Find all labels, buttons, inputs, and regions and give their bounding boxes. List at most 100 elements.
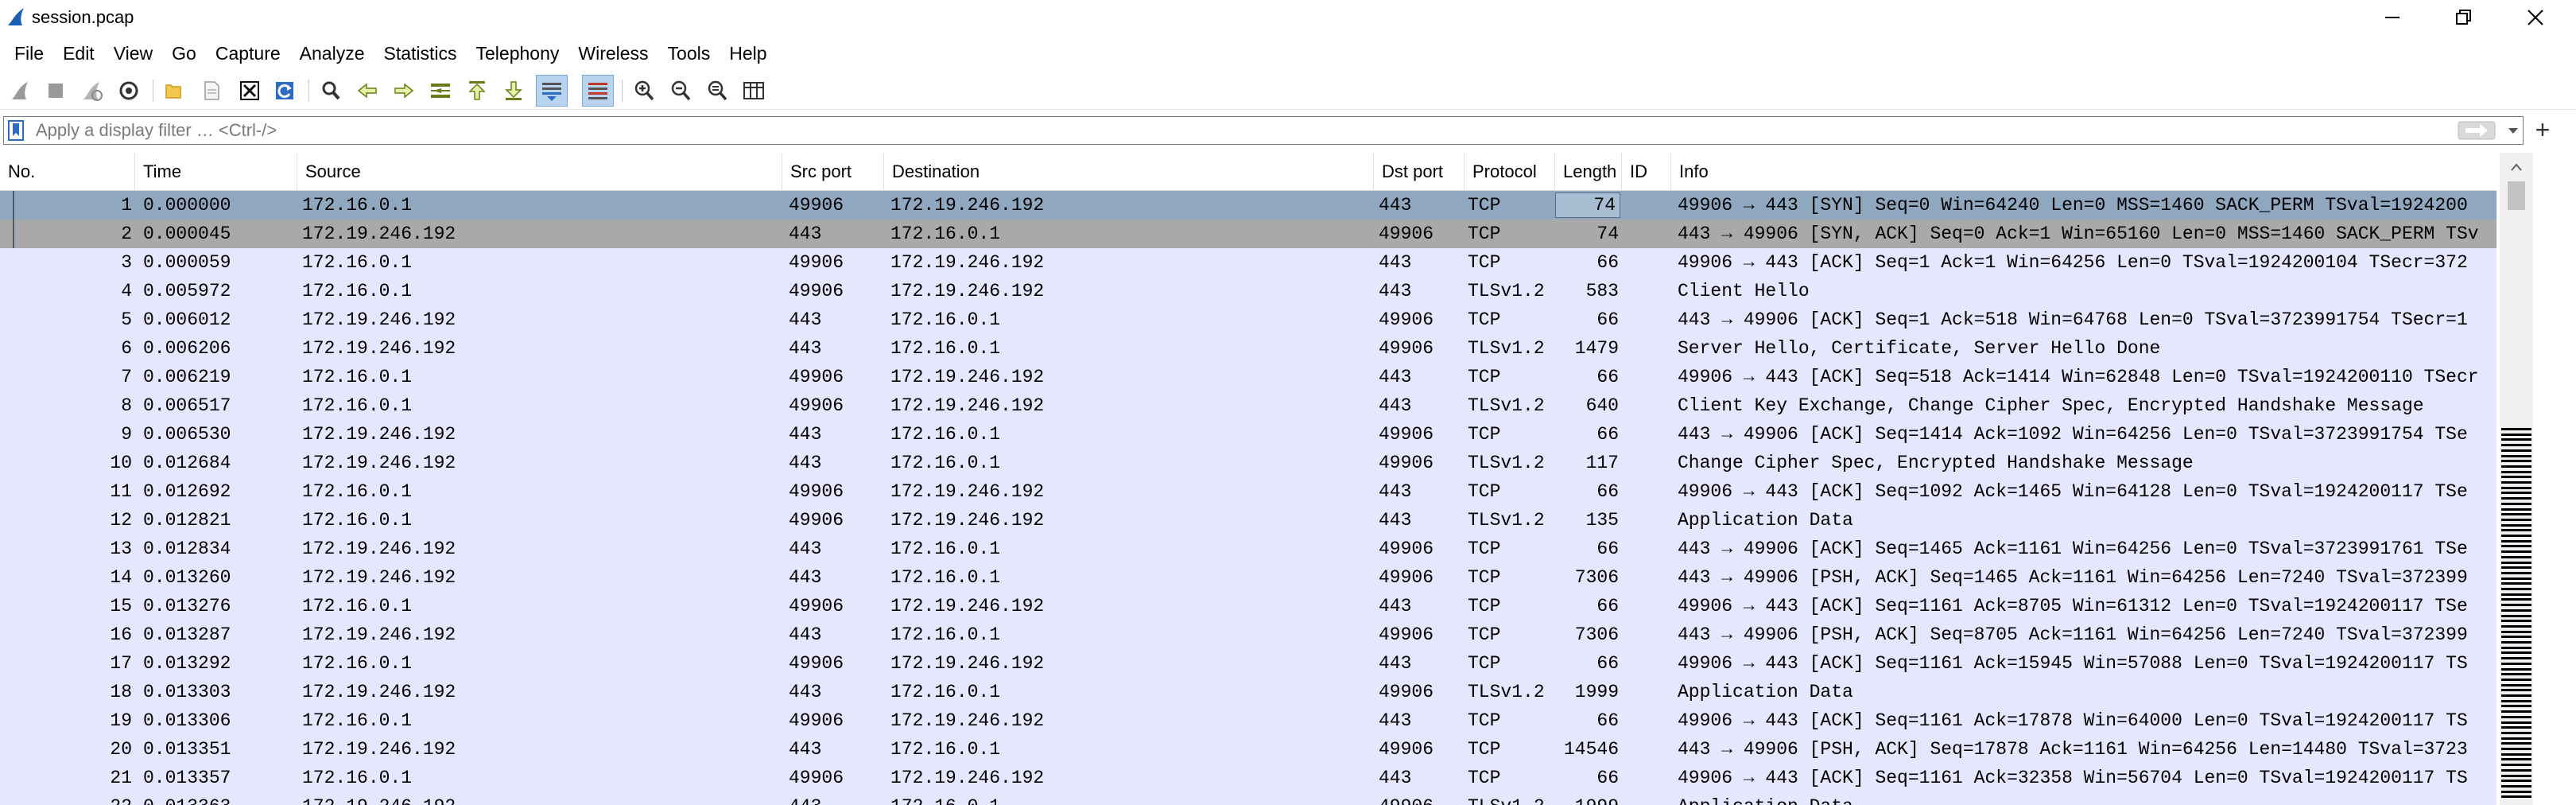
minimap-stripe [2501, 571, 2531, 574]
menu-capture[interactable]: Capture [206, 38, 290, 68]
find-packet-button[interactable] [315, 75, 347, 107]
cell-length: 583 [1585, 281, 1619, 301]
auto-scroll-button[interactable] [536, 75, 568, 107]
bookmark-icon[interactable] [7, 120, 25, 141]
colorize-button[interactable] [582, 75, 614, 107]
scroll-up-button[interactable] [2500, 153, 2533, 181]
go-forward-button[interactable] [388, 75, 420, 107]
reload-file-button[interactable] [269, 75, 301, 107]
zoom-in-button[interactable] [628, 75, 660, 107]
cell-id [1625, 449, 1670, 477]
column-header-length[interactable]: Length [1555, 153, 1622, 191]
packet-row[interactable]: 9 0.006530 172.19.246.192 443 172.16.0.1 4990… [0, 420, 2496, 449]
last-packet-button[interactable] [498, 75, 530, 107]
cell-protocol: TCP [1468, 481, 1501, 502]
minimap-stripe [2501, 454, 2531, 457]
column-header-src-port[interactable]: Src port [782, 153, 884, 191]
packet-row[interactable]: 7 0.006219 172.16.0.1 49906 172.19.246.192 44… [0, 363, 2496, 391]
cell-time: 0.013306 [143, 710, 231, 731]
packet-row[interactable]: 12 0.012821 172.16.0.1 49906 172.19.246.192 4… [0, 506, 2496, 535]
packet-row[interactable]: 6 0.006206 172.19.246.192 443 172.16.0.1 4990… [0, 334, 2496, 363]
scroll-thumb[interactable] [2508, 181, 2525, 210]
cell-id [1625, 363, 1670, 391]
packet-row[interactable]: 19 0.013306 172.16.0.1 49906 172.19.246.192 4… [0, 706, 2496, 735]
menu-go[interactable]: Go [162, 38, 206, 68]
add-filter-button[interactable]: + [2527, 115, 2559, 144]
save-file-button[interactable] [196, 75, 227, 107]
close-window-button[interactable] [2500, 0, 2571, 35]
column-header-time[interactable]: Time [135, 153, 297, 191]
packet-row[interactable]: 8 0.006517 172.16.0.1 49906 172.19.246.192 44… [0, 391, 2496, 420]
cell-time: 0.006206 [143, 338, 231, 359]
column-header-id[interactable]: ID [1622, 153, 1671, 191]
vertical-scrollbar[interactable] [2500, 153, 2533, 805]
packet-row[interactable]: 1 0.000000 172.16.0.1 49906 172.19.246.192 44… [0, 191, 2496, 220]
packet-row[interactable]: 18 0.013303 172.19.246.192 443 172.16.0.1 499… [0, 678, 2496, 706]
column-header-source[interactable]: Source [297, 153, 782, 191]
cell-info: 49906 → 443 [ACK] Seq=1161 Ack=8705 Win=… [1678, 596, 2468, 616]
minimize-button[interactable] [2357, 0, 2428, 35]
first-packet-icon [468, 81, 486, 100]
cell-src-port: 49906 [789, 252, 844, 273]
menu-help[interactable]: Help [720, 38, 776, 68]
cell-info: 443 → 49906 [ACK] Seq=1 Ack=518 Win=6476… [1678, 309, 2468, 330]
menu-analyze[interactable]: Analyze [290, 38, 374, 68]
open-file-button[interactable] [157, 75, 189, 107]
last-packet-icon [505, 81, 522, 100]
cell-protocol: TLSv1.2 [1468, 510, 1545, 531]
start-capture-button[interactable] [5, 75, 37, 107]
cell-dst-port: 443 [1379, 596, 1412, 616]
menu-wireless[interactable]: Wireless [568, 38, 658, 68]
capture-options-button[interactable] [113, 75, 145, 107]
cell-destination: 172.16.0.1 [890, 739, 1001, 760]
go-to-packet-button[interactable] [425, 75, 456, 107]
column-header-destination[interactable]: Destination [884, 153, 1374, 191]
cell-protocol: TCP [1468, 424, 1501, 445]
packet-row[interactable]: 5 0.006012 172.19.246.192 443 172.16.0.1 4990… [0, 305, 2496, 334]
restart-capture-button[interactable] [76, 75, 108, 107]
column-header-dst-port[interactable]: Dst port [1374, 153, 1465, 191]
packet-row[interactable]: 20 0.013351 172.19.246.192 443 172.16.0.1 499… [0, 735, 2496, 764]
column-header-protocol[interactable]: Protocol [1465, 153, 1555, 191]
menu-edit[interactable]: Edit [53, 38, 104, 68]
packet-row[interactable]: 15 0.013276 172.16.0.1 49906 172.19.246.192 4… [0, 592, 2496, 620]
menu-view[interactable]: View [104, 38, 162, 68]
stop-capture-button[interactable] [40, 75, 72, 107]
minimap-stripe [2501, 694, 2531, 697]
maximize-button[interactable] [2428, 0, 2500, 35]
column-header-no[interactable]: No. [0, 153, 135, 191]
packet-row[interactable]: 13 0.012834 172.19.246.192 443 172.16.0.1 499… [0, 535, 2496, 563]
menu-tools[interactable]: Tools [658, 38, 720, 68]
normal-size-button[interactable] [701, 75, 733, 107]
packet-row[interactable]: 2 0.000045 172.19.246.192 443 172.16.0.1 4990… [0, 220, 2496, 248]
menu-telephony[interactable]: Telephony [467, 38, 569, 68]
packet-row[interactable]: 22 0.013363 172.19.246.192 443 172.16.0.1 499… [0, 792, 2496, 805]
cell-time: 0.012834 [143, 539, 231, 559]
filter-history-chevron-down-icon[interactable] [2505, 123, 2521, 138]
resize-columns-button[interactable] [738, 75, 770, 107]
minimap-stripe [2501, 646, 2531, 649]
packet-row[interactable]: 14 0.013260 172.19.246.192 443 172.16.0.1 499… [0, 563, 2496, 592]
apply-filter-arrow-icon[interactable] [2458, 121, 2496, 140]
menu-statistics[interactable]: Statistics [374, 38, 466, 68]
cell-length: 66 [1596, 539, 1619, 559]
cell-destination: 172.16.0.1 [890, 792, 1368, 805]
packet-row[interactable]: 3 0.000059 172.16.0.1 49906 172.19.246.192 44… [0, 248, 2496, 277]
packet-row[interactable]: 10 0.012684 172.19.246.192 443 172.16.0.1 499… [0, 449, 2496, 477]
packet-row[interactable]: 21 0.013357 172.16.0.1 49906 172.19.246.192 4… [0, 764, 2496, 792]
packet-row[interactable]: 16 0.013287 172.19.246.192 443 172.16.0.1 499… [0, 620, 2496, 649]
menu-file[interactable]: File [5, 38, 53, 68]
packet-row[interactable]: 17 0.013292 172.16.0.1 49906 172.19.246.192 4… [0, 649, 2496, 678]
display-filter-input[interactable] [36, 119, 2421, 142]
go-back-button[interactable] [351, 75, 383, 107]
close-file-button[interactable] [234, 75, 266, 107]
column-header-info[interactable]: Info [1671, 153, 2496, 191]
cell-id [1625, 391, 1670, 420]
cell-destination: 172.16.0.1 [890, 424, 1001, 445]
zoom-out-button[interactable] [665, 75, 696, 107]
first-packet-button[interactable] [461, 75, 493, 107]
packet-row[interactable]: 11 0.012692 172.16.0.1 49906 172.19.246.192 4… [0, 477, 2496, 506]
minimap-stripe [2501, 636, 2531, 639]
cell-id [1625, 477, 1670, 506]
packet-row[interactable]: 4 0.005972 172.16.0.1 49906 172.19.246.192 44… [0, 277, 2496, 305]
